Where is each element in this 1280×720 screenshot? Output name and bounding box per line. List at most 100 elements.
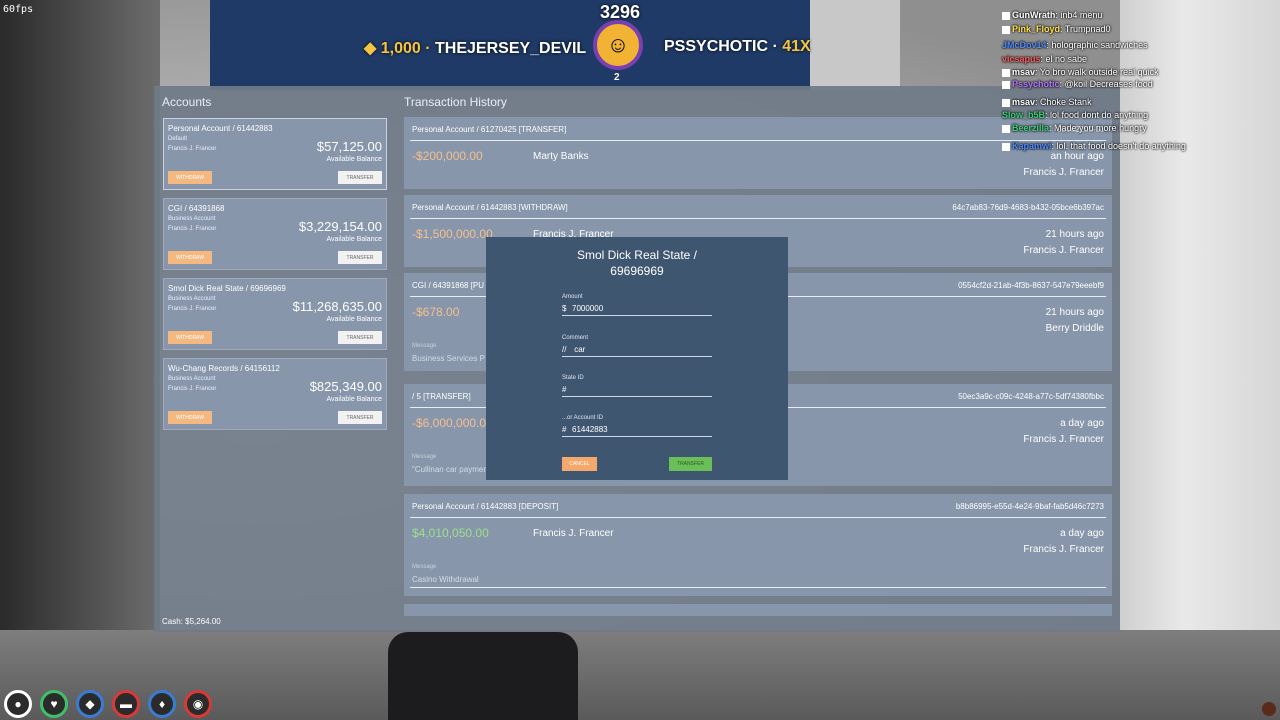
account-card[interactable]: Personal Account / 61442883 Default Fran…	[163, 118, 387, 190]
transaction-time: a day ago	[1060, 418, 1104, 429]
chat-text: : @koil Decreases food	[1059, 79, 1153, 89]
transaction-time: 21 hours ago	[1045, 307, 1104, 318]
available-balance-label: Available Balance	[326, 236, 382, 243]
transfer-button[interactable]: TRANSFER	[338, 251, 382, 264]
transaction-amount: -$6,000,000.00	[412, 416, 493, 430]
chat-message: Beerzilla: Made you more hungry	[1002, 123, 1147, 133]
transaction-header: Personal Account / 61270425 [TRANSFER]	[412, 125, 567, 134]
mic-icon: ●	[4, 690, 32, 718]
chat-text: : holographic sandwiches	[1046, 40, 1148, 50]
amount-label: Amount	[562, 294, 583, 300]
heart-icon: ♥	[40, 690, 68, 718]
chat-text: : Choke Stank	[1035, 97, 1092, 107]
transaction-header: Personal Account / 61442883 [WITHDRAW]	[412, 203, 568, 212]
badge-icon	[1002, 98, 1010, 107]
available-balance-label: Available Balance	[326, 396, 382, 403]
transaction-header: / 5 [TRANSFER]	[412, 392, 471, 401]
player-character	[388, 632, 578, 720]
comment-label: Comment	[562, 335, 589, 341]
fps-counter: 60fps	[3, 4, 34, 15]
transaction-id: b8b86995-e55d-4e24-9baf-fab5d46c7273	[955, 502, 1104, 511]
transaction-id: 0554cf2d-21ab-4f3b-8637-547e79eeebf9	[958, 281, 1104, 290]
transfer-button[interactable]: TRANSFER	[338, 411, 382, 424]
transaction-header: Personal Account / 61442883 [DEPOSIT]	[412, 502, 559, 511]
badge-icon	[1002, 11, 1010, 20]
chat-message: msav: Yo bro walk outside real quick	[1002, 67, 1159, 77]
account-balance: $57,125.00	[316, 139, 382, 154]
chat-user: vicsapus	[1002, 54, 1041, 64]
divider	[410, 517, 1106, 518]
transaction-time: a day ago	[1060, 528, 1104, 539]
hud-left-amount: 1,000	[380, 40, 421, 57]
transaction-amount: $4,010,050.00	[412, 526, 489, 540]
hash-icon: #	[562, 425, 567, 434]
chat-message: GunWrath: inb4 menu	[1002, 10, 1102, 20]
comment-input[interactable]: // car	[562, 345, 712, 357]
account-card[interactable]: Wu-Chang Records / 64156112 Business Acc…	[163, 358, 387, 430]
state-id-input[interactable]: #	[562, 385, 712, 397]
chat-user: msav	[1012, 97, 1036, 107]
withdraw-button[interactable]: WITHDRAW	[168, 251, 212, 264]
cancel-button[interactable]: CANCEL	[562, 457, 597, 471]
dollar-icon: $	[562, 304, 567, 313]
chat-text: : Made you more hungry	[1049, 123, 1147, 133]
transfer-button[interactable]: TRANSFER	[338, 331, 382, 344]
chat-text: : lol. that food doesn't do anything	[1051, 141, 1186, 151]
shield-icon: ◆	[76, 690, 104, 718]
chat-user: JMcDov14	[1002, 40, 1047, 50]
amount-input[interactable]: $7000000	[562, 304, 712, 316]
available-balance-label: Available Balance	[326, 316, 382, 323]
chat-user: Pssychotic	[1012, 79, 1060, 89]
withdraw-button[interactable]: WITHDRAW	[168, 411, 212, 424]
badge-icon	[1002, 68, 1010, 77]
transaction-amount: -$1,500,000.00	[412, 227, 493, 241]
transaction-message: Business Services P	[412, 354, 485, 363]
transfer-submit-button[interactable]: TRANSFER	[669, 457, 712, 471]
withdraw-button[interactable]: WITHDRAW	[168, 171, 212, 184]
chat-text: : lol food dont do anything	[1045, 110, 1149, 120]
message-label: Message	[412, 564, 437, 570]
account-title: Personal Account / 61442883	[168, 124, 273, 133]
chat-text: : Yo bro walk outside real quick	[1035, 67, 1159, 77]
wall-right	[1120, 0, 1280, 720]
divider	[410, 218, 1106, 219]
transaction-initiator: Francis J. Francer	[1023, 245, 1104, 256]
chat-user: Kapamwi	[1012, 141, 1052, 151]
withdraw-button[interactable]: WITHDRAW	[168, 331, 212, 344]
account-title: Smol Dick Real State / 69696969	[168, 284, 286, 293]
avatar: ☺	[593, 20, 643, 70]
comment-value: car	[574, 345, 586, 354]
hud-right-player: PSSYCHOTIC · 41X	[664, 38, 811, 55]
account-owner: Francis J. Francer	[168, 306, 217, 312]
transfer-button[interactable]: TRANSFER	[338, 171, 382, 184]
account-type: Business Account	[168, 296, 216, 302]
chat-message: Slow_b5B: lol food dont do anything	[1002, 110, 1148, 120]
account-id-input[interactable]: #61442883	[562, 425, 712, 437]
transfer-modal: Smol Dick Real State / 69696969	[486, 237, 788, 480]
chat-user: Beerzilla	[1012, 123, 1050, 133]
hud-right-mult: 41X	[782, 38, 811, 55]
cash-balance: Cash: $5,264.00	[162, 617, 221, 626]
transaction-initiator: Francis J. Francer	[1023, 544, 1104, 555]
avatar-face-icon: ☺	[606, 32, 630, 57]
modal-title-account: Smol Dick Real State /	[576, 248, 698, 262]
transaction-amount: -$200,000.00	[412, 149, 483, 163]
transaction-card: Personal Account / 61442883 [DEPOSIT] b8…	[404, 494, 1112, 596]
account-card[interactable]: Smol Dick Real State / 69696969 Business…	[163, 278, 387, 350]
background-pillar	[810, 0, 900, 90]
transaction-card	[404, 604, 1112, 616]
account-type: Business Account	[168, 216, 216, 222]
chat-message: msav: Choke Stank	[1002, 97, 1092, 107]
account-card[interactable]: CGI / 64391868 Business Account Francis …	[163, 198, 387, 270]
account-type: Business Account	[168, 376, 216, 382]
hud-right-name: PSSYCHOTIC	[664, 38, 769, 55]
water-icon: ♦	[148, 690, 176, 718]
transaction-header: CGI / 64391868 [PU	[412, 281, 485, 290]
account-balance: $3,229,154.00	[298, 219, 382, 234]
stress-icon: ◉	[184, 690, 212, 718]
chat-user: GunWrath	[1012, 10, 1056, 20]
account-balance: $11,268,635.00	[292, 299, 382, 314]
transaction-history-title: Transaction History	[404, 95, 507, 109]
divider	[410, 587, 1106, 588]
food-icon: ▬	[112, 690, 140, 718]
